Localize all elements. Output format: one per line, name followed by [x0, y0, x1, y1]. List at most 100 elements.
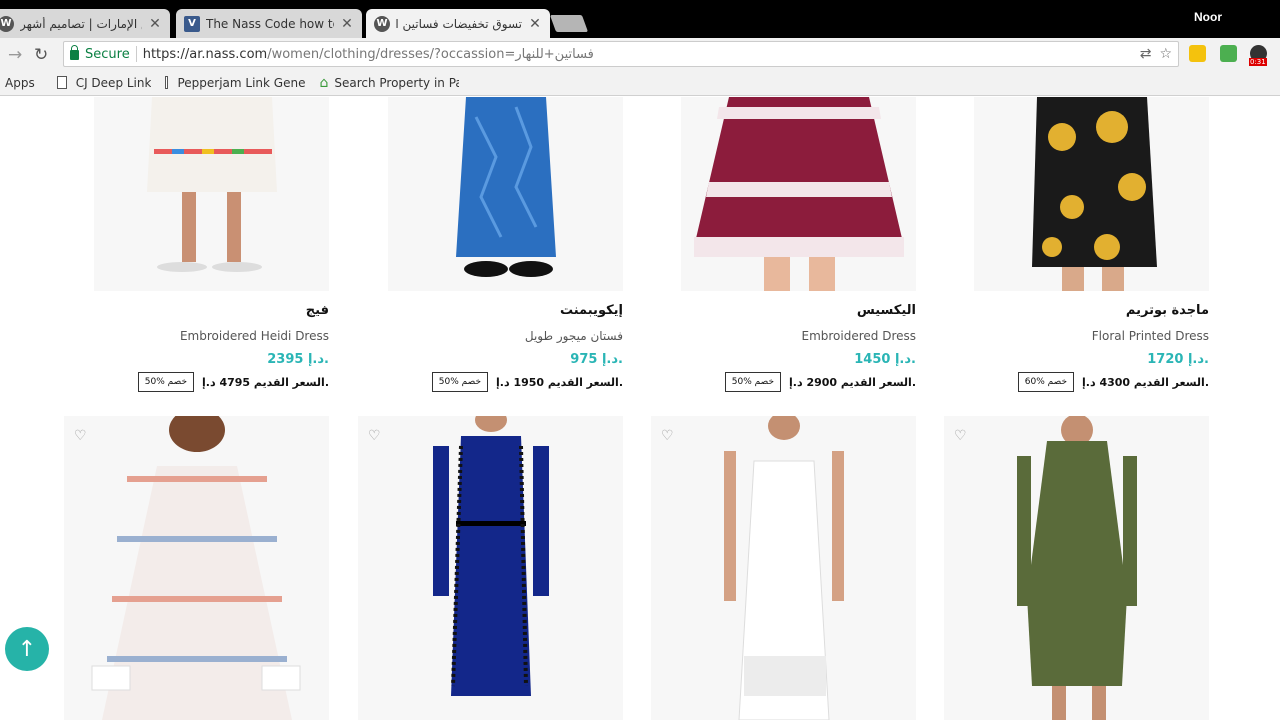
url-path: /women/clothing/dresses/?occassion=فساتي… — [267, 46, 594, 62]
heart-icon[interactable]: ♡ — [661, 428, 674, 444]
heart-icon[interactable]: ♡ — [74, 428, 87, 444]
reload-icon[interactable]: ↻ — [34, 45, 48, 65]
old-price-row: 50% خصم السعر القديم 2900 د.إ. — [651, 372, 916, 392]
product-image[interactable]: ♡ — [651, 416, 916, 720]
dress-figure — [1016, 416, 1137, 720]
bookmarks-bar: Apps CJ Deep Link Pepperjam Link Gene ⌂ … — [0, 70, 1280, 96]
extension-green-icon[interactable] — [1220, 45, 1237, 62]
extension-timer-icon[interactable]: 0:31 — [1249, 45, 1267, 66]
product-card[interactable]: ♡ — [944, 416, 1209, 720]
star-icon[interactable]: ☆ — [1159, 46, 1172, 62]
tab-bar: W ناس الإمارات | تصاميم أشهر ✕ V The Nas… — [0, 0, 1280, 38]
forward-icon[interactable]: → — [8, 45, 22, 65]
omnibox-actions: ⇄ ☆ — [1140, 46, 1172, 62]
product-brand[interactable]: اليكسيس — [651, 303, 916, 321]
secure-label: Secure — [85, 46, 130, 62]
tab-dresses-sale[interactable]: W تسوق تخفيضات فساتين او ✕ — [366, 9, 550, 38]
house-icon: ⌂ — [319, 74, 329, 91]
product-name[interactable]: Floral Printed Dress — [944, 329, 1209, 345]
tab-title: ناس الإمارات | تصاميم أشهر — [20, 16, 142, 31]
extension-notes-icon[interactable] — [1189, 45, 1206, 62]
product-price: 1450 د.إ. — [854, 352, 916, 367]
tab-nass-uae[interactable]: W ناس الإمارات | تصاميم أشهر ✕ — [0, 9, 170, 38]
dress-figure — [432, 416, 549, 696]
product-card[interactable]: اليكسيس Embroidered Dress 1450 د.إ. 50% … — [651, 97, 916, 392]
tab-title: تسوق تخفيضات فساتين او — [396, 16, 522, 31]
close-icon[interactable]: ✕ — [148, 16, 162, 32]
dress-figure — [1031, 97, 1157, 291]
product-card[interactable]: ماجدة بوتريم Floral Printed Dress 1720 د… — [944, 97, 1209, 392]
profile-name[interactable]: Noor — [1194, 10, 1222, 24]
bookmark-label: Apps — [5, 75, 35, 90]
old-price-row: 50% خصم السعر القديم 1950 د.إ. — [358, 372, 623, 392]
product-listing: ماجدة بوتريم Floral Printed Dress 1720 د… — [0, 97, 1280, 720]
heart-icon[interactable]: ♡ — [368, 428, 381, 444]
tab-nass-code[interactable]: V The Nass Code how to us ✕ — [176, 9, 362, 38]
close-icon[interactable]: ✕ — [528, 16, 542, 32]
discount-badge: 60% خصم — [1017, 372, 1075, 392]
product-price: 975 د.إ. — [570, 352, 623, 367]
discount-badge: 50% خصم — [431, 372, 489, 392]
product-card[interactable]: إيكويبمنت فستان ميجور طويل 975 د.إ. 50% … — [358, 97, 623, 392]
product-image[interactable]: ♡ — [358, 416, 623, 720]
old-price: السعر القديم 4300 د.إ. — [1082, 375, 1209, 389]
dress-figure — [146, 97, 277, 272]
product-image[interactable]: ♡ — [64, 416, 329, 720]
close-icon[interactable]: ✕ — [340, 16, 354, 32]
product-image[interactable] — [974, 97, 1209, 291]
product-card[interactable]: فيج Embroidered Heidi Dress 2395 د.إ. 50… — [64, 97, 329, 392]
dress-figure — [723, 416, 844, 720]
dress-figure — [693, 97, 904, 291]
tab-title: The Nass Code how to us — [206, 16, 334, 31]
old-price-row: 60% خصم السعر القديم 4300 د.إ. — [944, 372, 1209, 392]
old-price-row: 50% خصم السعر القديم 4795 د.إ. — [64, 372, 329, 392]
wordpress-icon: W — [0, 15, 14, 32]
discount-badge: 50% خصم — [137, 372, 195, 392]
product-card[interactable]: ♡ — [64, 416, 329, 720]
product-brand[interactable]: فيج — [64, 303, 329, 321]
product-image[interactable]: ♡ — [944, 416, 1209, 720]
page-icon — [165, 76, 169, 89]
new-tab-button[interactable] — [549, 15, 589, 32]
product-price: 1720 د.إ. — [1147, 352, 1209, 367]
product-price: 2395 د.إ. — [267, 352, 329, 367]
product-brand[interactable]: إيكويبمنت — [358, 303, 623, 321]
url-text[interactable]: https://ar.nass.com/women/clothing/dress… — [143, 47, 594, 62]
product-brand[interactable]: ماجدة بوتريم — [944, 303, 1209, 321]
translate-icon[interactable]: ⇄ — [1140, 46, 1152, 62]
dress-figure — [455, 97, 556, 277]
url-host: https://ar.nass.com — [142, 46, 268, 62]
old-price: السعر القديم 2900 د.إ. — [789, 375, 916, 389]
divider — [135, 46, 137, 62]
bookmark-cj-deep-link[interactable]: CJ Deep Link — [56, 75, 152, 90]
bookmark-label: Pepperjam Link Gene — [177, 75, 306, 90]
wordpress-icon: W — [374, 15, 390, 32]
product-image[interactable] — [94, 97, 329, 291]
dress-figure — [91, 416, 300, 720]
discount-badge: 50% خصم — [724, 372, 782, 392]
bookmark-label: Search Property in Pa — [334, 75, 460, 90]
address-bar[interactable]: Secure https://ar.nass.com/women/clothin… — [63, 41, 1179, 67]
secure-indicator[interactable]: Secure — [70, 45, 130, 62]
extension-badge: 0:31 — [1249, 58, 1267, 66]
page-icon — [56, 76, 67, 89]
product-name[interactable]: Embroidered Heidi Dress — [64, 329, 329, 345]
vimeo-icon: V — [184, 15, 200, 32]
bookmark-search-property[interactable]: ⌂ Search Property in Pa — [319, 75, 459, 91]
old-price: السعر القديم 4795 د.إ. — [202, 375, 329, 389]
product-name[interactable]: Embroidered Dress — [651, 329, 916, 345]
bookmark-label: CJ Deep Link — [75, 75, 152, 90]
product-image[interactable] — [681, 97, 916, 291]
product-card[interactable]: ♡ — [358, 416, 623, 720]
product-name[interactable]: فستان ميجور طويل — [358, 329, 623, 345]
product-image[interactable] — [388, 97, 623, 291]
arrow-up-icon: ↑ — [17, 636, 37, 662]
bookmark-apps[interactable]: Apps — [5, 76, 35, 90]
lock-icon — [70, 45, 79, 60]
old-price: السعر القديم 1950 د.إ. — [496, 375, 623, 389]
browser-toolbar: → ↻ Secure https://ar.nass.com/women/clo… — [0, 38, 1280, 70]
heart-icon[interactable]: ♡ — [954, 428, 967, 444]
bookmark-pepperjam[interactable]: Pepperjam Link Gene — [165, 76, 305, 90]
scroll-to-top-button[interactable]: ↑ — [5, 627, 49, 671]
product-card[interactable]: ♡ — [651, 416, 916, 720]
